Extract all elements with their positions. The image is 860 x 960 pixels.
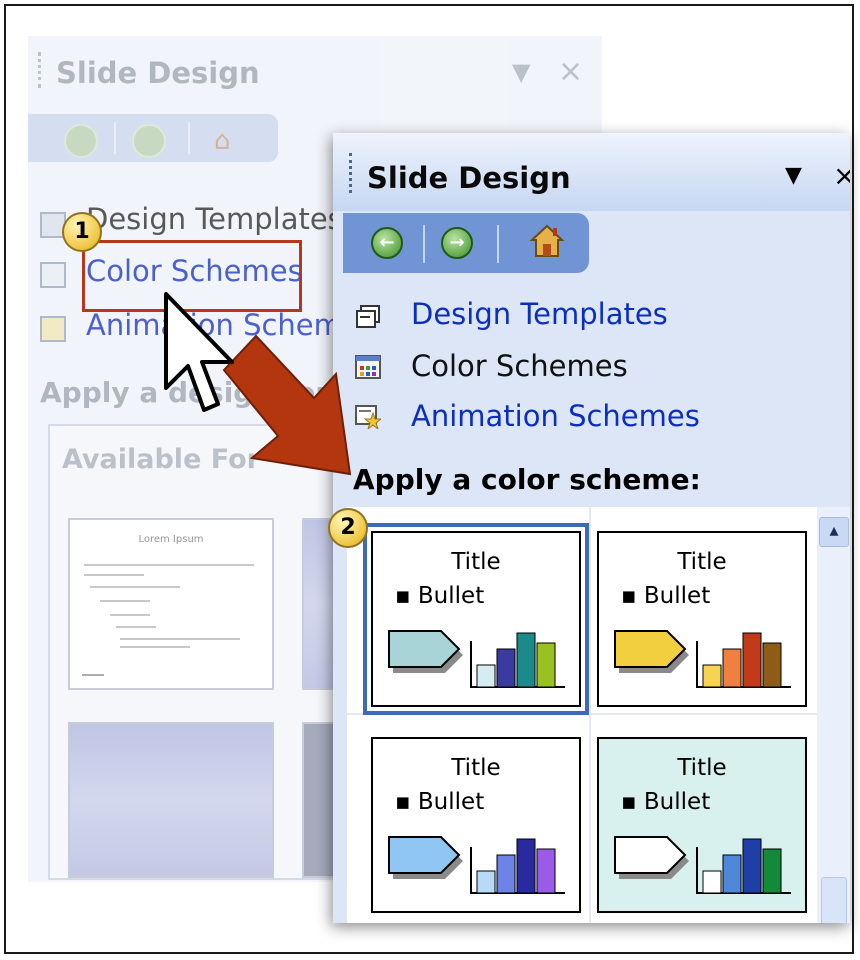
color-scheme-option[interactable]: Title ▪ Bullet [597, 737, 807, 913]
mini-chart-bar [702, 870, 722, 894]
mini-chart-bar [476, 870, 496, 894]
color-scheme-option[interactable]: Title ▪ Bullet [371, 737, 581, 913]
mini-chart-bar [476, 664, 496, 688]
close-icon[interactable]: × [558, 54, 583, 89]
mini-chart-bar [762, 848, 782, 894]
nav-separator [497, 225, 499, 263]
forward-arrow-icon[interactable]: → [441, 227, 473, 259]
mini-chart-bar [536, 642, 556, 688]
scheme-bullet: ▪ Bullet [395, 789, 485, 815]
section-heading: Apply a color scheme: [353, 463, 701, 496]
mouse-cursor-icon [164, 292, 234, 412]
nav-separator [423, 225, 425, 263]
scrollbar-thumb[interactable] [821, 877, 847, 923]
back-pane-title: Slide Design [56, 56, 260, 90]
nav-separator [188, 122, 190, 154]
pane-grip[interactable] [38, 52, 44, 88]
scheme-preview [388, 630, 565, 688]
mini-chart-bar [516, 838, 536, 894]
mini-chart-bar [496, 854, 516, 894]
design-template-thumb[interactable] [68, 722, 274, 878]
scheme-bullet: ▪ Bullet [395, 583, 485, 609]
mini-chart-bar [702, 664, 722, 688]
link-design-templates[interactable]: Design Templates [86, 202, 343, 236]
color-schemes-icon [40, 262, 66, 288]
mini-chart-bar [496, 648, 516, 688]
mini-chart-bar [722, 648, 742, 688]
direction-arrow [222, 334, 352, 476]
front-pane-title: Slide Design [367, 161, 571, 195]
back-arrow-icon[interactable]: ← [371, 227, 403, 259]
forward-arrow-icon[interactable] [132, 124, 166, 158]
dropdown-icon[interactable]: ▼ [785, 163, 802, 188]
mini-chart-bar [742, 838, 762, 894]
color-scheme-option[interactable]: Title ▪ Bullet [363, 523, 589, 715]
design-templates-icon [356, 305, 380, 328]
scheme-bullet: ▪ Bullet [621, 789, 711, 815]
back-arrow-icon[interactable] [64, 124, 98, 158]
pane-grip[interactable] [349, 153, 355, 193]
home-icon[interactable]: ⌂ [214, 126, 231, 156]
scheme-bullet: ▪ Bullet [621, 583, 711, 609]
home-icon[interactable] [529, 223, 565, 259]
link-design-templates[interactable]: Design Templates [411, 297, 668, 331]
dropdown-icon[interactable]: ▼ [512, 58, 530, 86]
scroll-up-icon[interactable]: ▴ [819, 517, 849, 547]
callout-badge-1: 1 [62, 212, 102, 252]
mini-chart-bar [762, 642, 782, 688]
scheme-title: Title [451, 549, 501, 575]
close-icon[interactable]: × [833, 159, 850, 192]
scheme-preview [388, 836, 565, 894]
scheme-title: Title [451, 755, 501, 781]
mini-chart-bar [722, 854, 742, 894]
mini-chart-bar [516, 632, 536, 688]
animation-schemes-icon [40, 316, 66, 342]
scheme-title: Title [677, 755, 727, 781]
mini-chart-bar [536, 848, 556, 894]
front-task-pane: Slide Design ▼ × ← → Design Templates Co… [333, 133, 850, 923]
thumb-title: Lorem Ipsum [138, 534, 204, 545]
scheme-preview [614, 836, 791, 894]
design-template-thumb[interactable]: Lorem Ipsum [68, 518, 274, 690]
nav-separator [114, 122, 116, 154]
color-scheme-option[interactable]: Title ▪ Bullet [597, 531, 807, 707]
callout-badge-2: 2 [328, 508, 368, 548]
link-animation-schemes[interactable]: Animation Schemes [411, 399, 700, 433]
link-color-schemes[interactable]: Color Schemes [411, 349, 628, 383]
gallery-scrollbar[interactable]: ▴ [817, 507, 850, 923]
mini-chart-bar [742, 632, 762, 688]
scheme-title: Title [677, 549, 727, 575]
scheme-preview [614, 630, 791, 688]
